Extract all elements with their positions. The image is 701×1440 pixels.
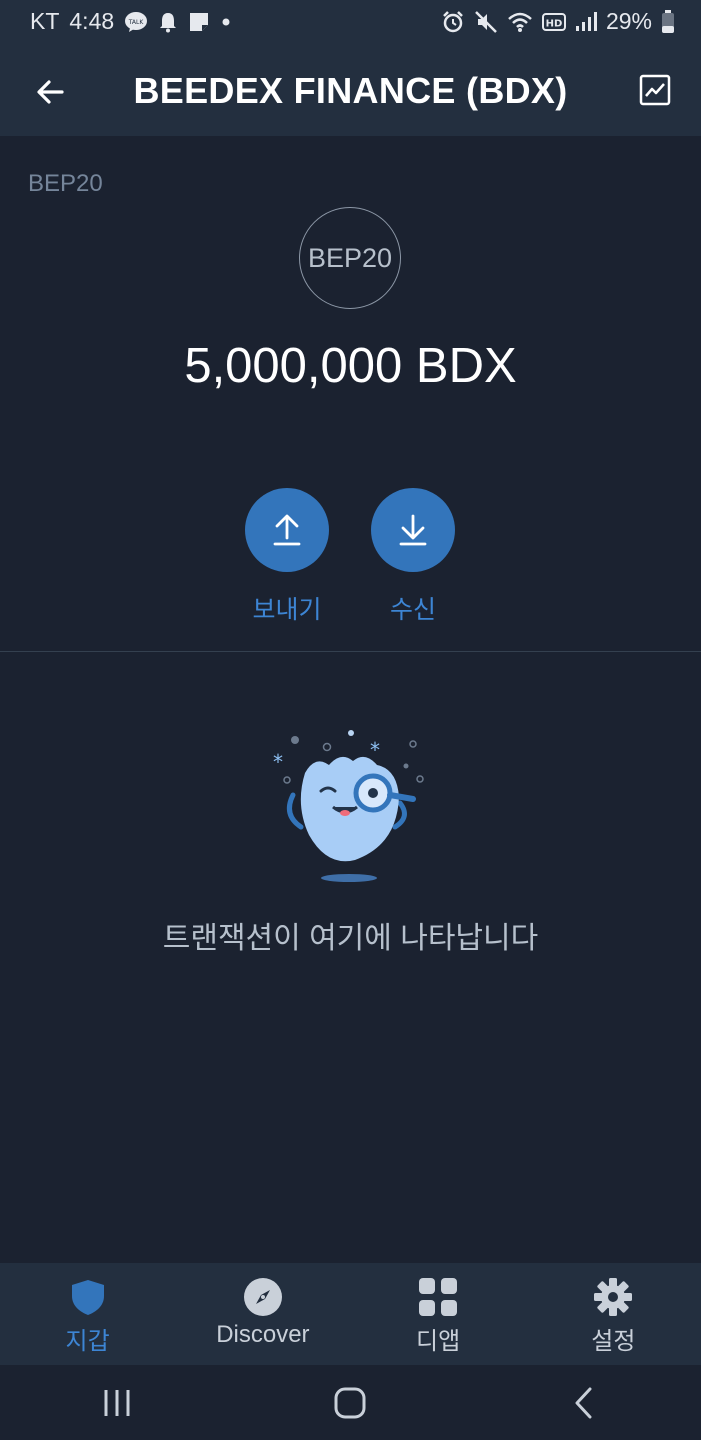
battery-percent: 29% [605,8,652,34]
recent-apps-button[interactable] [87,1373,147,1433]
price-chart-button[interactable] [635,70,675,110]
hd-icon: HD [541,12,566,32]
empty-state-message: 트랜잭션이 여기에 나타납니다 [162,922,539,955]
alarm-icon [441,10,465,34]
recent-apps-icon [104,1389,130,1416]
wifi-icon [507,11,533,33]
send-circle[interactable] [245,488,329,572]
token-logo-text: BEP20 [307,242,393,273]
token-balance: 5,000,000 BDX [184,339,517,393]
battery-icon [661,9,675,34]
system-back-button[interactable] [554,1373,614,1433]
gear-icon [593,1277,633,1317]
dot-icon [220,16,232,28]
note-icon [188,11,210,33]
mute-icon [474,10,498,34]
arrow-up-icon [273,514,301,546]
back-icon [575,1387,592,1418]
svg-text:*: * [273,750,283,774]
signal-icon [575,11,597,33]
svg-text:*: * [370,738,380,762]
nav-label-dapps: 디앱 [416,1328,461,1355]
carrier-label: KT [30,8,60,34]
compass-icon [243,1277,283,1317]
token-logo: BEP20 [299,207,401,309]
time-label: 4:48 [69,8,115,34]
svg-text:TALK: TALK [128,19,145,26]
nav-item-wallet[interactable]: 지갑 [0,1263,175,1365]
bottom-nav: 지갑 Discover 디앱 설정 [0,1263,701,1365]
bell-icon [158,11,178,33]
receive-button[interactable]: 수신 [363,488,463,626]
home-button[interactable] [320,1373,380,1433]
home-icon [334,1387,366,1418]
svg-text:HD: HD [546,18,563,29]
network-label: BEP20 [28,170,103,197]
kakaotalk-icon: TALK [124,11,148,33]
grid-icon [418,1277,458,1317]
search-mascot-illustration: * * [265,725,435,890]
arrow-down-icon [399,514,427,546]
nav-label-wallet: 지갑 [65,1328,110,1355]
shield-icon [68,1277,108,1317]
receive-label: 수신 [389,596,436,624]
app-bar: BEEDEX FINANCE (BDX) [0,48,701,136]
send-label: 보내기 [252,596,322,624]
status-bar: KT 4:48 TALK HD 29% [0,0,701,48]
nav-label-discover: Discover [216,1321,310,1348]
chart-icon [639,74,671,106]
system-nav [0,1365,701,1440]
nav-item-discover[interactable]: Discover [175,1263,350,1365]
nav-item-settings[interactable]: 설정 [526,1263,701,1365]
send-button[interactable]: 보내기 [237,488,337,626]
nav-item-dapps[interactable]: 디앱 [351,1263,526,1365]
receive-circle[interactable] [371,488,455,572]
divider [0,651,701,652]
nav-label-settings: 설정 [591,1328,636,1355]
page-title: BEEDEX FINANCE (BDX) [133,70,568,111]
